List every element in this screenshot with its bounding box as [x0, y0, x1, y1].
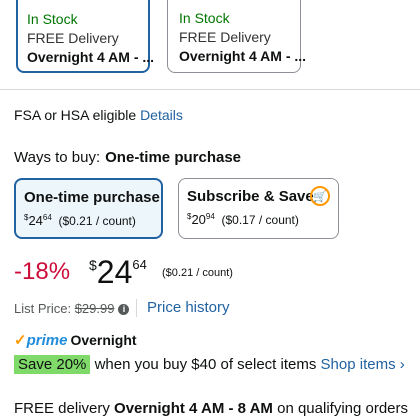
free-delivery-suffix: on qualifying orders [277, 400, 409, 417]
ways-to-buy-selected: One-time purchase [105, 149, 242, 166]
fsa-text: FSA or HSA eligible [14, 107, 137, 123]
stock-status: In Stock [179, 10, 230, 26]
overnight-label: Overnight [70, 332, 137, 348]
delivery-eta: Overnight 4 AM - ... [179, 48, 307, 64]
buy-option-price: $2464 ($0.21 / count) [24, 213, 136, 228]
unit-price: ($0.17 / count) [221, 213, 299, 227]
list-price-label: List Price: [14, 301, 72, 316]
delivery-option-card[interactable]: prime In Stock FREE Delivery Overnight 4… [167, 0, 306, 73]
buy-option-title: Subscribe & Save [187, 188, 314, 205]
vertical-separator [136, 299, 137, 317]
delivery-window: Overnight 4 AM - 8 AM [114, 400, 273, 417]
shop-items-link[interactable]: Shop items › [321, 356, 405, 373]
buy-option-title: One-time purchase [24, 189, 160, 206]
prime-logo: prime [26, 332, 68, 349]
buy-option-price: $2094 ($0.17 / count) [187, 212, 299, 227]
currency-symbol: $ [89, 257, 97, 273]
info-icon[interactable]: i [118, 304, 130, 316]
free-delivery-info: FREE delivery Overnight 4 AM - 8 AM on q… [14, 400, 408, 417]
ways-to-buy-label: Ways to buy: [14, 149, 101, 166]
section-divider [0, 89, 420, 90]
main-price: $2464 [89, 253, 147, 291]
price-history-link[interactable]: Price history [147, 299, 230, 316]
one-time-purchase-option[interactable]: One-time purchase $2464 ($0.21 / count) [14, 178, 163, 239]
subscribe-cart-icon: 🛒 [310, 186, 330, 206]
list-price: List Price: $29.99 i [14, 301, 130, 316]
stock-status: In Stock [27, 11, 78, 27]
prime-overnight-badge: ✓prime Overnight [14, 331, 137, 349]
prime-check-icon: ✓ [14, 332, 27, 349]
price-whole: 20 [191, 212, 206, 227]
price-whole: 24 [28, 213, 43, 228]
price-whole: 24 [96, 254, 133, 290]
promotion: Save 20% when you buy $40 of select item… [14, 354, 414, 376]
price-fraction: 94 [205, 212, 215, 221]
promo-text: when you buy $40 of select items [94, 356, 317, 373]
delivery-option-card-selected[interactable]: prime In Stock FREE Delivery Overnight 4… [16, 0, 154, 73]
ways-to-buy-heading: Ways to buy: One-time purchase [14, 149, 241, 166]
fsa-eligibility: FSA or HSA eligible Details [14, 107, 183, 123]
subscribe-save-option[interactable]: Subscribe & Save 🛒 $2094 ($0.17 / count) [178, 178, 339, 239]
delivery-eta: Overnight 4 AM - ... [27, 49, 155, 65]
price-fraction: 64 [132, 257, 147, 272]
price-fraction: 64 [42, 213, 52, 222]
unit-price: ($0.21 / count) [58, 214, 136, 228]
delivery-label: FREE Delivery [27, 30, 119, 46]
free-delivery-prefix: FREE delivery [14, 400, 110, 417]
unit-price: ($0.21 / count) [162, 267, 233, 279]
delivery-label: FREE Delivery [179, 29, 271, 45]
list-price-value: $29.99 [74, 301, 115, 316]
fsa-details-link[interactable]: Details [140, 107, 183, 123]
discount-percent: -18% [14, 258, 71, 285]
save-badge: Save 20% [14, 355, 91, 374]
